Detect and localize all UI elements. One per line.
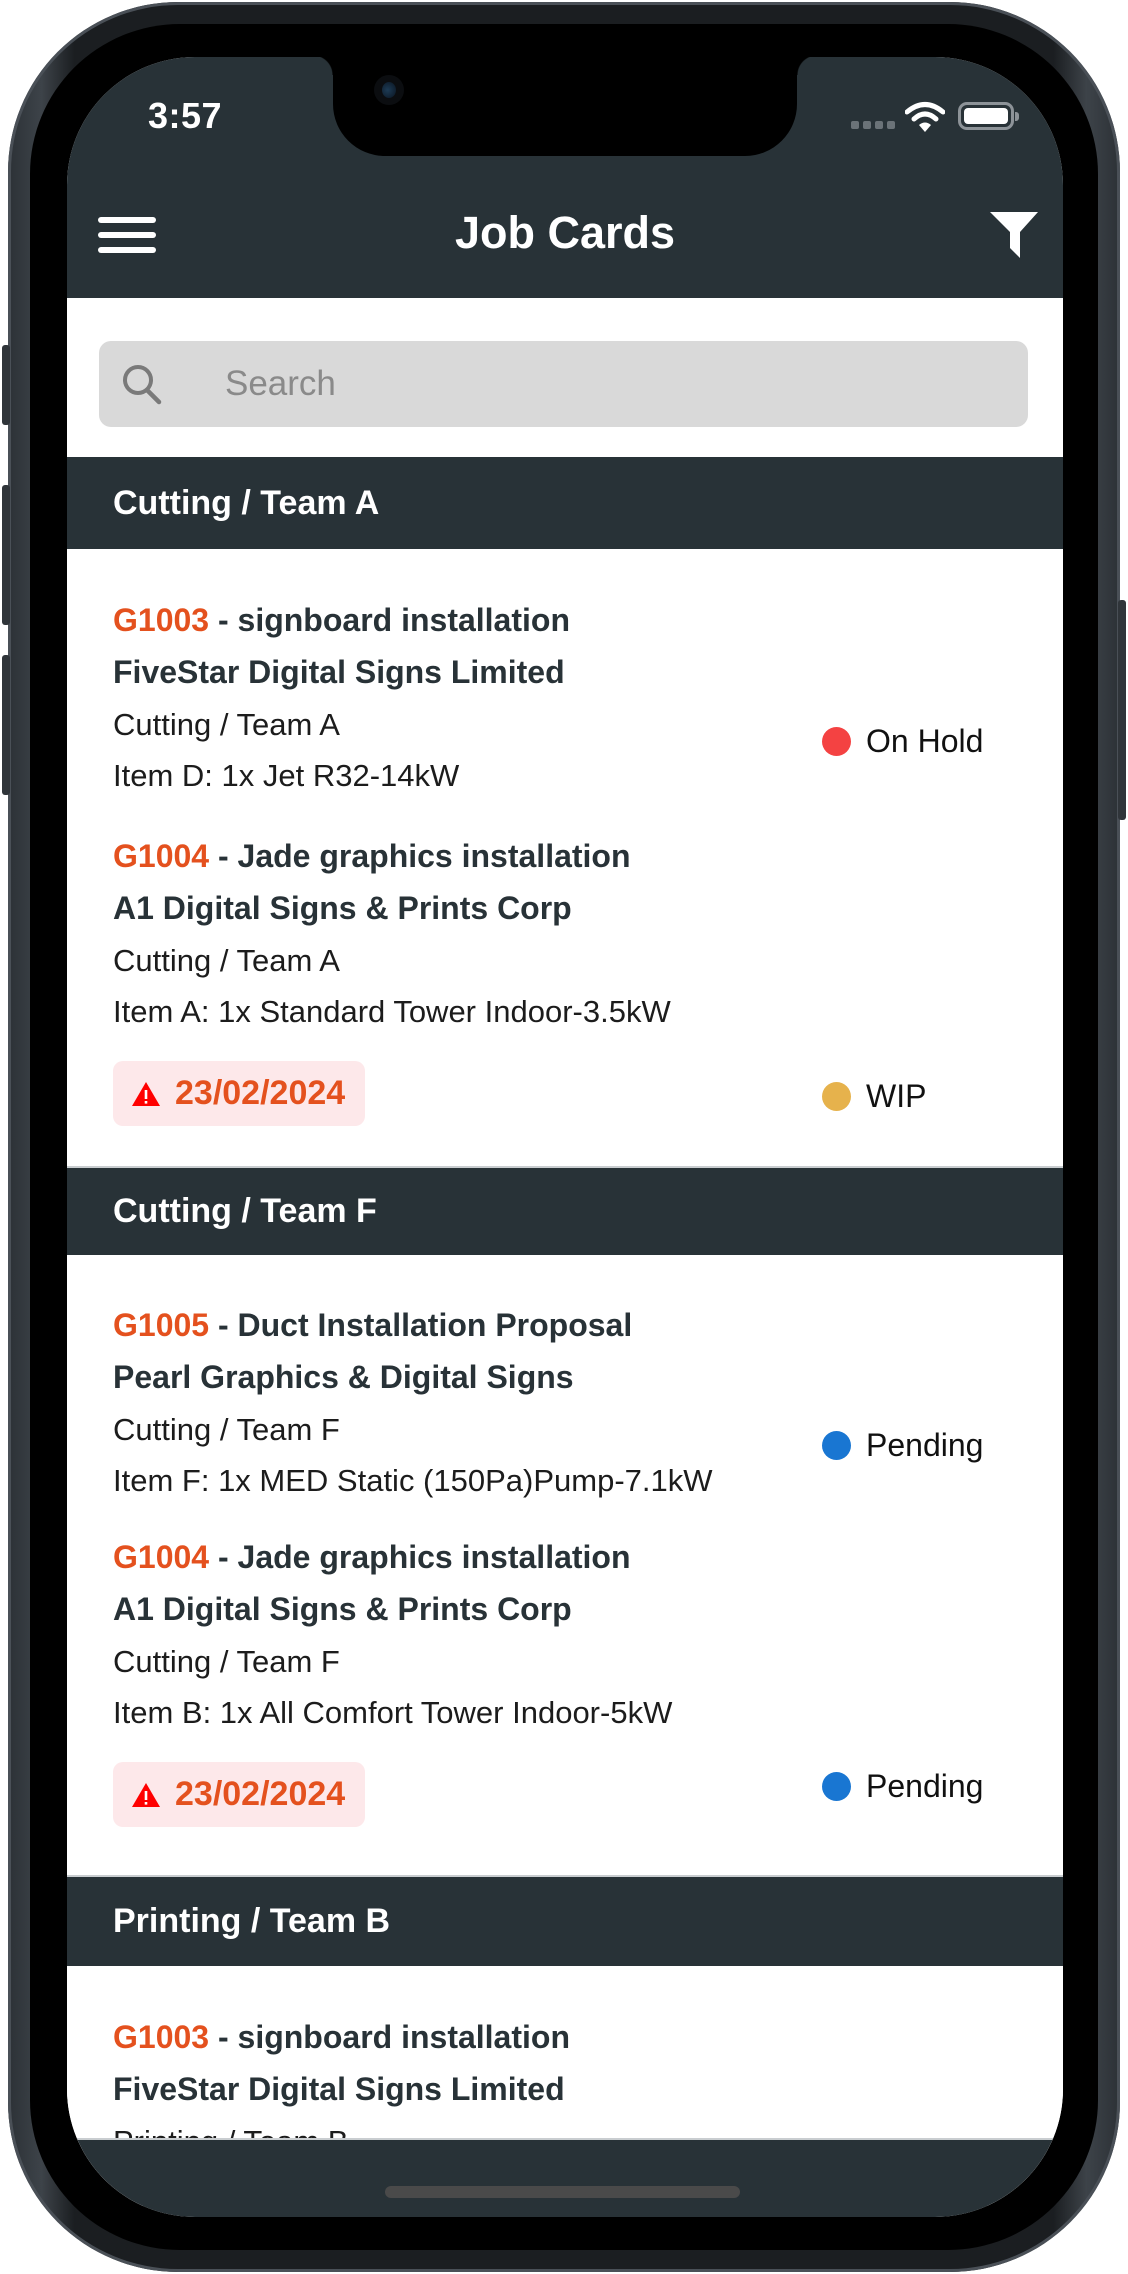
action-button <box>2 345 10 425</box>
customer-name: A1 Digital Signs & Prints Corp <box>113 1591 572 1627</box>
customer-name: A1 Digital Signs & Prints Corp <box>113 890 572 926</box>
search-bar[interactable] <box>99 341 1028 427</box>
warning-triangle-icon <box>132 1081 160 1106</box>
search-area <box>67 298 1063 457</box>
job-title: - Jade graphics installation <box>209 1539 631 1575</box>
status-dot-icon <box>822 727 851 756</box>
job-code: G1003 <box>113 602 210 638</box>
job-card-list: Cutting / Team A G1003 - signboard insta… <box>67 457 1063 2206</box>
volume-down-button <box>2 655 10 795</box>
status-indicator: Pending <box>822 1768 983 1805</box>
filter-funnel-icon <box>990 212 1038 258</box>
home-indicator[interactable] <box>385 2186 740 2198</box>
front-camera <box>374 75 404 105</box>
overdue-date-badge: 23/02/2024 <box>113 1061 366 1126</box>
filter-button[interactable] <box>988 210 1040 262</box>
due-date: 23/02/2024 <box>175 1775 346 1813</box>
job-code: G1004 <box>113 838 210 874</box>
status-label: On Hold <box>866 723 984 759</box>
job-card[interactable]: G1003 - signboard installation FiveStar … <box>67 549 1063 830</box>
job-card[interactable]: G1004 - Jade graphics installation A1 Di… <box>67 1531 1063 1875</box>
job-title: - signboard installation <box>209 602 570 638</box>
signal-dots-icon <box>851 121 895 129</box>
overdue-date-badge: 23/02/2024 <box>113 1762 366 1827</box>
customer-name: Pearl Graphics & Digital Signs <box>113 1359 574 1395</box>
section-header: Cutting / Team F <box>67 1166 1063 1255</box>
status-dot-icon <box>822 1772 851 1801</box>
status-time: 3:57 <box>148 95 223 136</box>
page-title: Job Cards <box>454 207 676 258</box>
status-label: Pending <box>866 1768 984 1804</box>
wifi-icon <box>905 102 945 132</box>
battery-icon <box>958 102 1019 130</box>
status-label: WIP <box>866 1078 927 1114</box>
section-header: Printing / Team B <box>67 1875 1063 1966</box>
customer-name: FiveStar Digital Signs Limited <box>113 654 565 690</box>
power-button <box>1118 600 1126 820</box>
job-title: - Duct Installation Proposal <box>209 1307 633 1343</box>
job-code: G1004 <box>113 1539 210 1575</box>
app-screen: 3:57 Job Cards Search Cutting / Team A G… <box>67 57 1063 2217</box>
customer-name: FiveStar Digital Signs Limited <box>113 2071 565 2107</box>
search-input[interactable] <box>225 341 1005 427</box>
job-card[interactable]: G1005 - Duct Installation Proposal Pearl… <box>67 1255 1063 1531</box>
due-date: 23/02/2024 <box>175 1074 346 1112</box>
job-title: - signboard installation <box>209 2019 570 2055</box>
search-icon <box>123 365 162 405</box>
status-indicator: WIP <box>822 1078 926 1115</box>
status-indicator: On Hold <box>822 723 983 760</box>
navigation-bar: 3:57 Job Cards <box>67 57 1063 298</box>
item-description: Item A: 1x Standard Tower Indoor-3.5kW <box>113 994 671 1029</box>
job-title: - Jade graphics installation <box>209 838 631 874</box>
team-name: Cutting / Team F <box>113 1644 340 1679</box>
status-indicator: Pending <box>822 1427 983 1464</box>
team-name: Cutting / Team A <box>113 943 340 978</box>
status-label: Pending <box>866 1427 984 1463</box>
job-code: G1005 <box>113 1307 210 1343</box>
item-description: Item B: 1x All Comfort Tower Indoor-5kW <box>113 1695 673 1730</box>
bottom-safe-area <box>67 2138 1063 2217</box>
camera-notch <box>313 57 817 156</box>
warning-triangle-icon <box>132 1782 160 1807</box>
job-card[interactable]: G1004 - Jade graphics installation A1 Di… <box>67 830 1063 1166</box>
job-code: G1003 <box>113 2019 210 2055</box>
status-dot-icon <box>822 1431 851 1460</box>
status-dot-icon <box>822 1082 851 1111</box>
section-header: Cutting / Team A <box>67 457 1063 549</box>
volume-up-button <box>2 485 10 625</box>
